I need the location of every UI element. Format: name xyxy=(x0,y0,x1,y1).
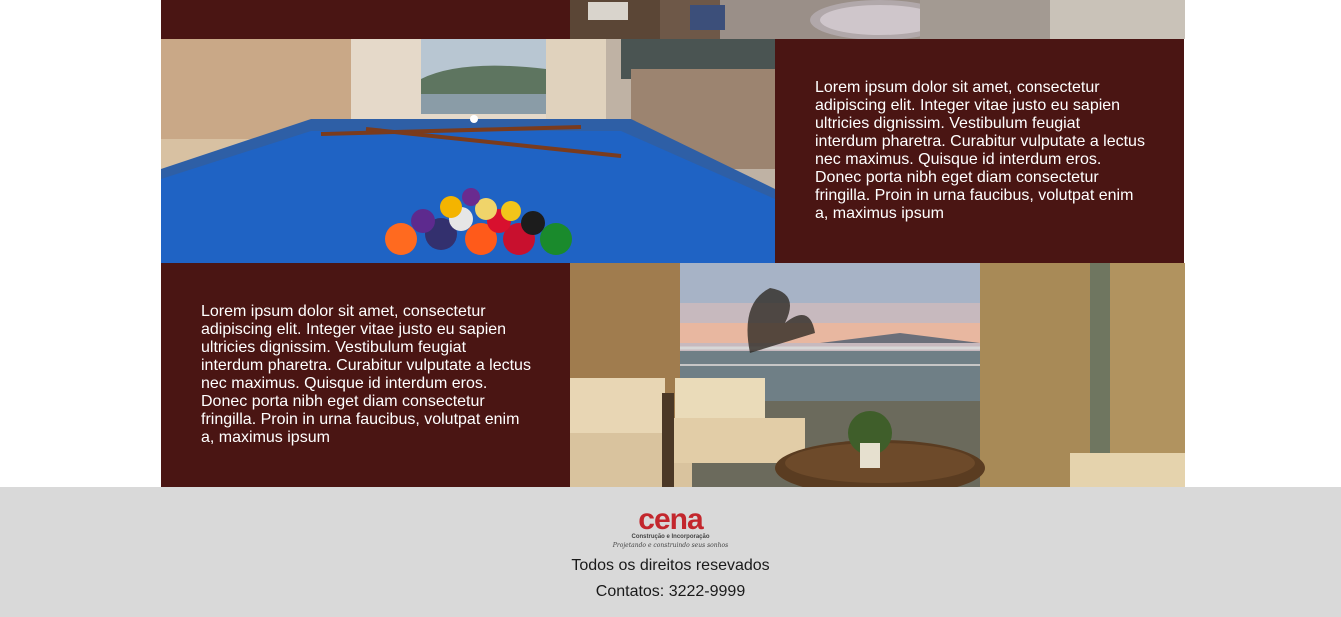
copyright-text: Todos os direitos resevados xyxy=(571,557,770,574)
living-room-photo xyxy=(570,0,1185,39)
text-panel-right: Lorem ipsum dolor sit amet, consectetur … xyxy=(775,39,1184,263)
description-paragraph: Lorem ipsum dolor sit amet, consectetur … xyxy=(201,303,531,446)
description-paragraph: Lorem ipsum dolor sit amet, consectetur … xyxy=(815,79,1145,222)
logo-subtitle: Construção e Incorporação xyxy=(631,534,710,540)
contact-text: Contatos: 3222-9999 xyxy=(595,583,746,600)
text-panel-left: Lorem ipsum dolor sit amet, consectetur … xyxy=(161,263,570,487)
cena-logo[interactable]: cena Construção e Incorporação Projetand… xyxy=(600,505,741,551)
logo-wordmark: cena xyxy=(638,503,703,536)
footer: cena Construção e Incorporação Projetand… xyxy=(0,487,1341,617)
top-maroon-block xyxy=(161,0,570,39)
lounge-balcony-photo xyxy=(570,263,1185,487)
logo-tagline: Projetando e construindo seus sonhos xyxy=(612,542,729,549)
pool-table-photo xyxy=(161,39,775,263)
